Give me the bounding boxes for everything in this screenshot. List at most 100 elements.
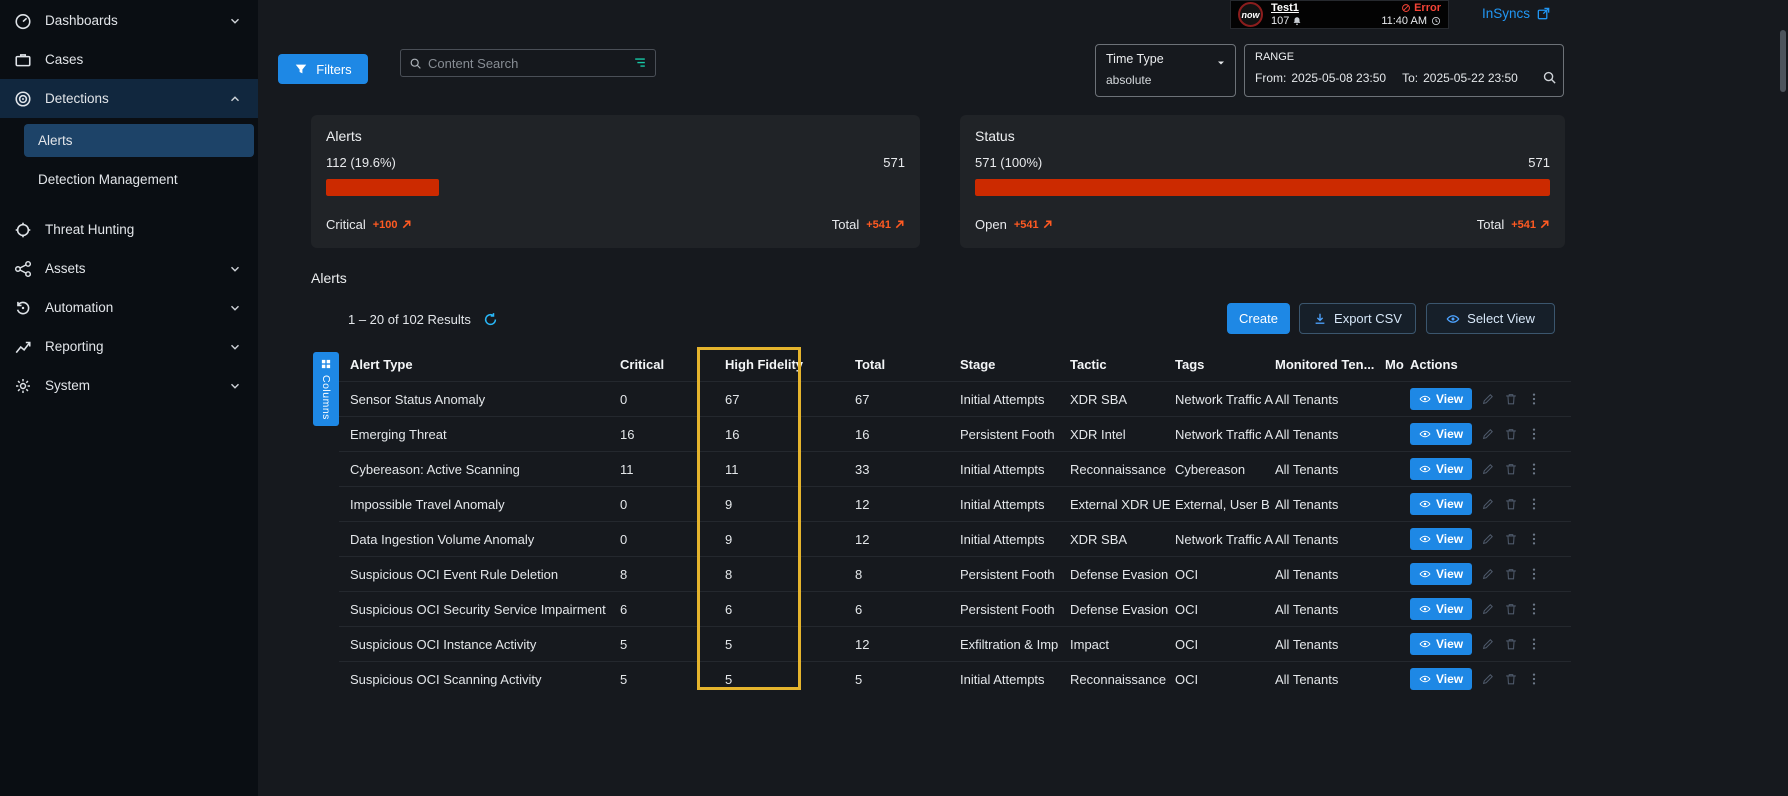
columns-button[interactable]: Columns [313, 352, 339, 426]
cell-tactic: Defense Evasion [1070, 567, 1175, 582]
cell-tags: Network Traffic A [1175, 392, 1275, 407]
clock-icon [1431, 16, 1441, 26]
header-monitored-tenants[interactable]: Monitored Ten... [1275, 357, 1385, 372]
edit-icon[interactable] [1481, 602, 1495, 616]
edit-icon[interactable] [1481, 462, 1495, 476]
cell-critical: 8 [620, 567, 725, 582]
export-csv-button[interactable]: Export CSV [1299, 303, 1416, 334]
kebab-menu-icon[interactable] [1527, 392, 1541, 406]
delete-icon[interactable] [1504, 567, 1518, 581]
eye-icon [1419, 428, 1431, 440]
range-to-label: To: [1402, 71, 1418, 85]
header-stage[interactable]: Stage [960, 357, 1070, 372]
filters-button[interactable]: Filters [278, 54, 368, 84]
time-type-select[interactable]: Time Type absolute [1095, 44, 1236, 97]
view-button[interactable]: View [1410, 528, 1472, 550]
delete-icon[interactable] [1504, 427, 1518, 441]
view-button[interactable]: View [1410, 633, 1472, 655]
sidebar-item-cases[interactable]: Cases [0, 40, 258, 79]
cell-tags: OCI [1175, 602, 1275, 617]
header-critical[interactable]: Critical [620, 357, 725, 372]
card-footer-open[interactable]: Open +541 [975, 217, 1053, 232]
tenant-link[interactable]: Test1 [1271, 2, 1302, 14]
search-input[interactable] [428, 56, 627, 71]
trend-arrow-icon [401, 219, 412, 230]
time-range-picker[interactable]: RANGE From: 2025-05-08 23:50 To: 2025-05… [1244, 44, 1564, 97]
kebab-menu-icon[interactable] [1527, 427, 1541, 441]
notifications[interactable]: 107 [1271, 15, 1302, 27]
sidebar-item-assets[interactable]: Assets [0, 249, 258, 288]
sidebar-item-threat-hunting[interactable]: Threat Hunting [0, 210, 258, 249]
table-row: Suspicious OCI Security Service Impairme… [339, 591, 1571, 626]
sidebar-item-alerts[interactable]: Alerts [24, 124, 254, 157]
sidebar-item-system[interactable]: System [0, 366, 258, 405]
sidebar-item-detections[interactable]: Detections [0, 79, 258, 118]
kebab-menu-icon[interactable] [1527, 462, 1541, 476]
edit-icon[interactable] [1481, 637, 1495, 651]
header-total[interactable]: Total [855, 357, 960, 372]
cell-stage: Exfiltration & Imp [960, 637, 1070, 652]
delete-icon[interactable] [1504, 392, 1518, 406]
sidebar-item-detection-management[interactable]: Detection Management [24, 163, 254, 196]
edit-icon[interactable] [1481, 532, 1495, 546]
alerts-summary-card: Alerts 112 (19.6%) 571 Critical +100 Tot… [311, 115, 920, 248]
kebab-menu-icon[interactable] [1527, 567, 1541, 581]
delete-icon[interactable] [1504, 672, 1518, 686]
delete-icon[interactable] [1504, 602, 1518, 616]
cell-alert-type: Suspicious OCI Scanning Activity [350, 672, 620, 687]
range-search-icon[interactable] [1542, 70, 1557, 85]
card-footer-critical[interactable]: Critical +100 [326, 217, 412, 232]
edit-icon[interactable] [1481, 567, 1495, 581]
sidebar-item-label: Dashboards [45, 13, 118, 28]
view-button[interactable]: View [1410, 458, 1472, 480]
header-high-fidelity[interactable]: High Fidelity [725, 357, 855, 372]
edit-icon[interactable] [1481, 672, 1495, 686]
detections-submenu: Alerts Detection Management [0, 124, 258, 210]
view-button[interactable]: View [1410, 563, 1472, 585]
cell-high-fidelity: 16 [725, 427, 855, 442]
view-button[interactable]: View [1410, 493, 1472, 515]
cell-stage: Initial Attempts [960, 392, 1070, 407]
cell-stage: Initial Attempts [960, 672, 1070, 687]
card-footer-total[interactable]: Total +541 [1477, 217, 1550, 232]
table-row: Suspicious OCI Scanning Activity 5 5 5 I… [339, 661, 1571, 696]
view-button[interactable]: View [1410, 598, 1472, 620]
edit-icon[interactable] [1481, 392, 1495, 406]
delete-icon[interactable] [1504, 462, 1518, 476]
sidebar-item-label: Threat Hunting [45, 222, 134, 237]
edit-icon[interactable] [1481, 497, 1495, 511]
header-tactic[interactable]: Tactic [1070, 357, 1175, 372]
error-status[interactable]: Error [1401, 2, 1441, 14]
briefcase-icon [14, 51, 32, 69]
vertical-scrollbar[interactable] [1780, 30, 1786, 92]
delete-icon[interactable] [1504, 637, 1518, 651]
kebab-menu-icon[interactable] [1527, 602, 1541, 616]
sidebar-item-automation[interactable]: Automation [0, 288, 258, 327]
query-filter-icon[interactable] [633, 56, 647, 70]
kebab-menu-icon[interactable] [1527, 497, 1541, 511]
delta-value: +541 [1511, 219, 1536, 231]
sidebar-item-dashboards[interactable]: Dashboards [0, 1, 258, 40]
delete-icon[interactable] [1504, 497, 1518, 511]
kebab-menu-icon[interactable] [1527, 672, 1541, 686]
current-time: 11:40 AM [1381, 15, 1441, 27]
insyncs-link[interactable]: InSyncs [1482, 6, 1551, 21]
cell-alert-type: Cybereason: Active Scanning [350, 462, 620, 477]
edit-icon[interactable] [1481, 427, 1495, 441]
select-view-button[interactable]: Select View [1426, 303, 1555, 334]
header-tags[interactable]: Tags [1175, 357, 1275, 372]
create-button[interactable]: Create [1227, 303, 1290, 334]
delete-icon[interactable] [1504, 532, 1518, 546]
card-footer-total[interactable]: Total +541 [832, 217, 905, 232]
view-button-label: View [1436, 672, 1463, 686]
view-button[interactable]: View [1410, 388, 1472, 410]
view-button[interactable]: View [1410, 668, 1472, 690]
sidebar-item-reporting[interactable]: Reporting [0, 327, 258, 366]
view-button[interactable]: View [1410, 423, 1472, 445]
header-mo[interactable]: Mo [1385, 357, 1410, 372]
header-alert-type[interactable]: Alert Type [350, 357, 620, 372]
refresh-icon[interactable] [483, 312, 498, 327]
kebab-menu-icon[interactable] [1527, 532, 1541, 546]
table-header-row: Alert Type Critical High Fidelity Total … [339, 347, 1571, 381]
kebab-menu-icon[interactable] [1527, 637, 1541, 651]
